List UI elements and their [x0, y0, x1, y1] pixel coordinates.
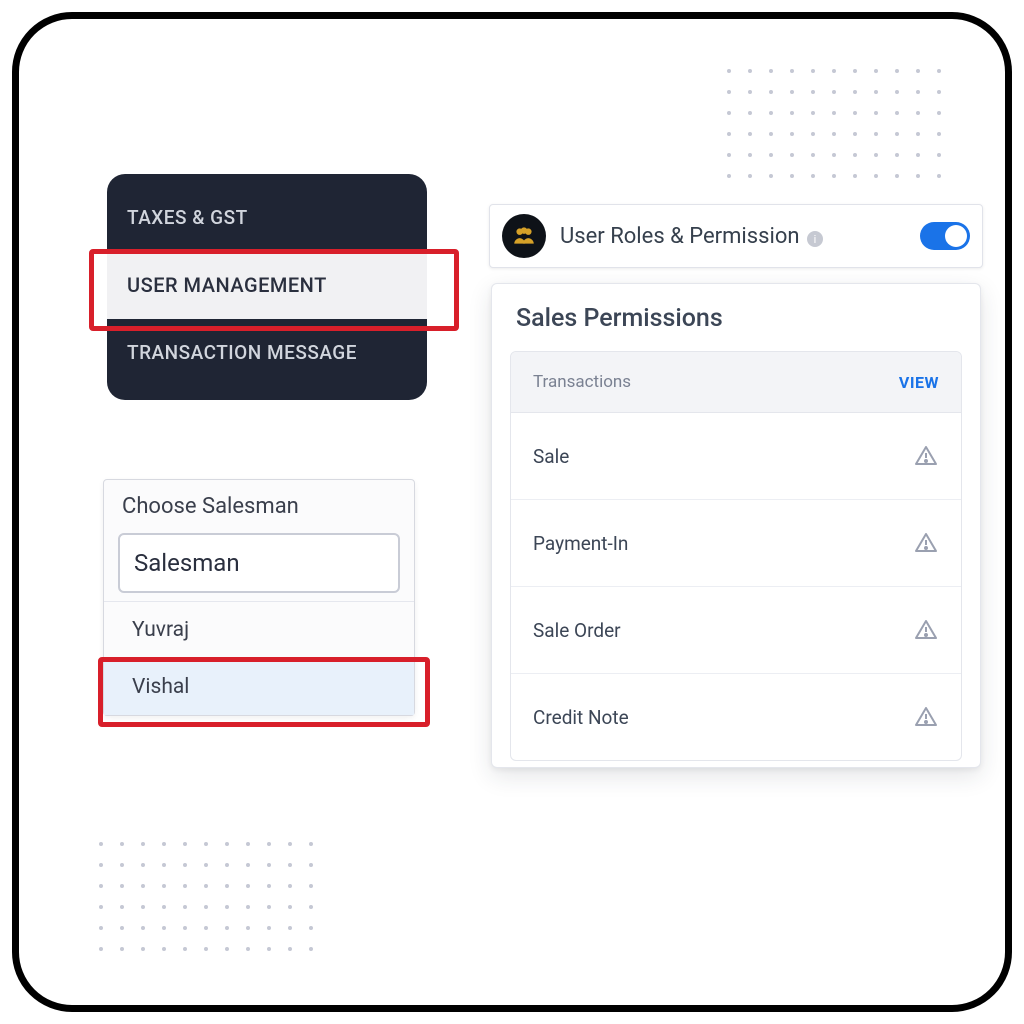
dot-grid-decoration — [99, 842, 317, 955]
warning-icon — [913, 443, 939, 469]
perm-row-payment-in[interactable]: Payment-In — [511, 500, 961, 587]
nav-item-user-management[interactable]: USER MANAGEMENT — [107, 251, 427, 319]
permissions-header: Transactions VIEW — [511, 352, 961, 413]
settings-nav: TAXES & GST USER MANAGEMENT TRANSACTION … — [107, 174, 427, 400]
perm-row-credit-note[interactable]: Credit Note — [511, 674, 961, 760]
salesman-option-vishal[interactable]: Vishal — [104, 658, 414, 715]
salesman-label: Choose Salesman — [104, 480, 414, 529]
warning-icon — [913, 530, 939, 556]
perm-label: Credit Note — [533, 706, 629, 729]
salesman-option-yuvraj[interactable]: Yuvraj — [104, 601, 414, 658]
perm-label: Sale — [533, 445, 569, 468]
choose-salesman-dropdown: Choose Salesman Salesman Yuvraj Vishal — [103, 479, 415, 716]
permissions-title: Sales Permissions — [492, 284, 980, 351]
col-transactions: Transactions — [533, 372, 631, 392]
perm-row-sale[interactable]: Sale — [511, 413, 961, 500]
users-icon — [502, 214, 546, 258]
warning-icon — [913, 617, 939, 643]
user-roles-toggle-bar: User Roles & Permission i — [489, 204, 983, 268]
user-roles-title: User Roles & Permission i — [560, 224, 906, 249]
perm-row-sale-order[interactable]: Sale Order — [511, 587, 961, 674]
nav-item-taxes-gst[interactable]: TAXES & GST — [107, 184, 427, 251]
user-roles-toggle[interactable] — [920, 222, 970, 250]
permissions-table: Transactions VIEW Sale Payment-In Sale O… — [510, 351, 962, 761]
info-icon[interactable]: i — [807, 231, 823, 247]
perm-label: Sale Order — [533, 619, 621, 642]
dot-grid-decoration — [727, 69, 945, 182]
col-view-button[interactable]: VIEW — [899, 373, 939, 392]
nav-item-transaction-message[interactable]: TRANSACTION MESSAGE — [107, 319, 427, 386]
salesman-select[interactable]: Salesman — [118, 533, 400, 593]
warning-icon — [913, 704, 939, 730]
sales-permissions-panel: Sales Permissions Transactions VIEW Sale… — [491, 283, 981, 768]
perm-label: Payment-In — [533, 532, 628, 555]
device-frame: TAXES & GST USER MANAGEMENT TRANSACTION … — [12, 12, 1012, 1012]
